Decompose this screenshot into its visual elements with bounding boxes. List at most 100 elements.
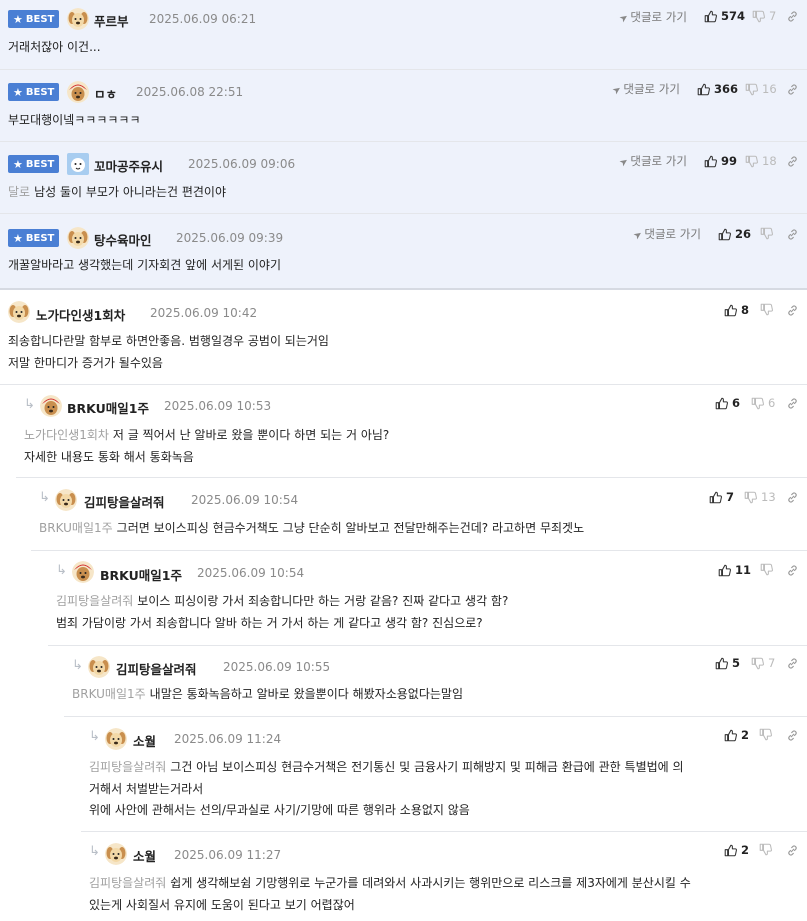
avatar[interactable] bbox=[105, 843, 127, 865]
mention[interactable]: BRKU매일1주 bbox=[39, 521, 113, 535]
comment-date: 2025.06.09 11:24 bbox=[174, 732, 282, 746]
downvote-button[interactable]: 7 bbox=[752, 9, 776, 23]
link-icon[interactable] bbox=[786, 491, 799, 504]
thumbs-down-icon bbox=[760, 303, 773, 316]
link-icon[interactable] bbox=[786, 304, 799, 317]
thumbs-down-icon bbox=[744, 491, 757, 503]
avatar[interactable] bbox=[8, 301, 30, 323]
avatar[interactable] bbox=[55, 489, 77, 511]
send-icon: ➤ bbox=[617, 11, 631, 26]
avatar[interactable] bbox=[67, 81, 89, 103]
link-icon[interactable] bbox=[786, 564, 799, 577]
avatar[interactable] bbox=[67, 8, 89, 30]
author-name[interactable]: 탕수육마인 bbox=[94, 230, 152, 249]
downvote-button[interactable]: 6 bbox=[751, 396, 775, 410]
upvote-button[interactable]: 99 bbox=[704, 154, 737, 168]
downvote-button[interactable]: 18 bbox=[745, 154, 777, 168]
downvote-button[interactable]: 16 bbox=[745, 82, 777, 96]
link-icon[interactable] bbox=[786, 10, 799, 23]
avatar[interactable] bbox=[40, 395, 62, 417]
author-name[interactable]: 김피탕을살려줘 bbox=[116, 659, 197, 678]
thumbs-up-icon bbox=[704, 155, 717, 167]
thumbs-down-icon bbox=[760, 563, 773, 576]
link-icon[interactable] bbox=[786, 397, 799, 410]
downvote-button[interactable] bbox=[759, 843, 772, 856]
thumbs-down-icon bbox=[745, 155, 758, 167]
best-badge: ★ BEST bbox=[8, 83, 60, 101]
author-name[interactable]: 소월 bbox=[133, 846, 156, 865]
go-to-reply-link[interactable]: ➤댓글로 가기 bbox=[617, 9, 687, 26]
avatar[interactable] bbox=[67, 227, 89, 249]
upvote-button[interactable]: 26 bbox=[718, 227, 751, 241]
author-name[interactable]: 소월 bbox=[133, 731, 156, 750]
thumbs-up-icon bbox=[715, 397, 728, 409]
thumbs-up-icon bbox=[697, 83, 710, 95]
comment-body: 달로 남성 둘이 부모가 아니라는건 편견이야 bbox=[8, 185, 226, 199]
author-name[interactable]: 푸르부 bbox=[94, 11, 129, 30]
upvote-button[interactable]: 574 bbox=[704, 9, 745, 23]
comment-date: 2025.06.09 10:54 bbox=[197, 566, 305, 580]
best-badge: ★ BEST bbox=[8, 155, 60, 173]
upvote-button[interactable]: 5 bbox=[715, 656, 740, 670]
link-icon[interactable] bbox=[786, 228, 799, 241]
downvote-button[interactable] bbox=[759, 728, 772, 741]
comment-body: 김피탕을살려줘 그건 아님 보이스피싱 현금수거책은 전기통신 및 금융사기 피해… bbox=[89, 760, 684, 817]
author-name[interactable]: BRKU매일1주 bbox=[67, 398, 149, 417]
comment-body: 김피탕을살려줘 보이스 피싱이랑 가서 죄송합니다만 하는 거랑 같음? 진짜 같… bbox=[56, 594, 509, 630]
upvote-button[interactable]: 2 bbox=[724, 843, 749, 857]
upvote-button[interactable]: 366 bbox=[697, 82, 738, 96]
reply-arrow-icon: ↳ bbox=[89, 844, 100, 859]
author-name[interactable]: 김피탕을살려줘 bbox=[84, 492, 165, 511]
reply-comment: ↳ 김피탕을살려줘 2025.06.09 10:54 7 13 BRKU매일1주… bbox=[31, 478, 807, 551]
avatar[interactable] bbox=[72, 561, 94, 583]
thumbs-down-icon bbox=[751, 397, 764, 409]
star-icon: ★ bbox=[13, 157, 23, 171]
comment-date: 2025.06.09 10:54 bbox=[191, 493, 299, 507]
reply-comment: ↳ 소월 2025.06.09 11:27 2 김피탕을살려줘 쉽게 생각해보쉼 … bbox=[81, 832, 807, 921]
mention[interactable]: 노가다인생1회차 bbox=[24, 428, 109, 442]
link-icon[interactable] bbox=[786, 83, 799, 96]
avatar[interactable] bbox=[105, 728, 127, 750]
go-to-reply-link[interactable]: ➤댓글로 가기 bbox=[632, 226, 701, 242]
comment-body: 죄송합니다란말 함부로 하면안좋음. 범행일경우 공범이 되는거임 저말 한마디… bbox=[8, 334, 329, 370]
downvote-button[interactable]: 13 bbox=[744, 490, 776, 504]
thumbs-up-icon bbox=[704, 10, 717, 22]
best-badge: ★ BEST bbox=[8, 10, 60, 28]
link-icon[interactable] bbox=[786, 844, 799, 857]
comment-date: 2025.06.09 10:55 bbox=[223, 660, 331, 674]
mention[interactable]: 김피탕을살려줘 bbox=[89, 760, 166, 774]
downvote-button[interactable] bbox=[760, 227, 773, 240]
upvote-button[interactable]: 7 bbox=[709, 490, 734, 504]
link-icon[interactable] bbox=[786, 155, 799, 168]
send-icon: ➤ bbox=[610, 83, 624, 98]
avatar[interactable] bbox=[88, 656, 110, 678]
thumbs-up-icon bbox=[709, 491, 722, 503]
mention[interactable]: BRKU매일1주 bbox=[72, 687, 146, 701]
upvote-button[interactable]: 6 bbox=[715, 396, 740, 410]
star-icon: ★ bbox=[13, 12, 23, 26]
upvote-button[interactable]: 11 bbox=[718, 563, 751, 577]
reply-arrow-icon: ↳ bbox=[89, 729, 100, 744]
upvote-button[interactable]: 8 bbox=[724, 303, 749, 317]
mention[interactable]: 김피탕을살려줘 bbox=[89, 876, 166, 890]
mention[interactable]: 달로 bbox=[8, 185, 30, 199]
author-name[interactable]: BRKU매일1주 bbox=[100, 565, 182, 584]
downvote-button[interactable]: 7 bbox=[751, 656, 775, 670]
thumbs-down-icon bbox=[760, 227, 773, 240]
upvote-button[interactable]: 2 bbox=[724, 728, 749, 742]
link-icon[interactable] bbox=[786, 729, 799, 742]
comment-body: 개꿀알바라고 생각했는데 기자회견 앞에 서게된 이야기 bbox=[8, 258, 281, 272]
go-to-reply-link[interactable]: ➤댓글로 가기 bbox=[610, 81, 680, 98]
author-name[interactable]: 노가다인생1회차 bbox=[36, 305, 125, 324]
avatar[interactable] bbox=[67, 153, 89, 175]
link-icon[interactable] bbox=[786, 657, 799, 670]
reply-arrow-icon: ↳ bbox=[24, 397, 35, 412]
author-name[interactable]: ㅁㅎ bbox=[94, 84, 117, 103]
go-to-reply-link[interactable]: ➤댓글로 가기 bbox=[618, 153, 687, 169]
mention[interactable]: 김피탕을살려줘 bbox=[56, 594, 133, 608]
downvote-button[interactable] bbox=[760, 303, 773, 316]
downvote-button[interactable] bbox=[760, 563, 773, 576]
reply-comment: ↳ 소월 2025.06.09 11:24 2 김피탕을살려줘 그건 아님 보이스… bbox=[81, 717, 807, 832]
comment-body: BRKU매일1주 내말은 통화녹음하고 알바로 왔을뿐이다 해봤자소용없다는말임 bbox=[72, 687, 463, 701]
author-name[interactable]: 꼬마공주유시 bbox=[94, 156, 163, 175]
